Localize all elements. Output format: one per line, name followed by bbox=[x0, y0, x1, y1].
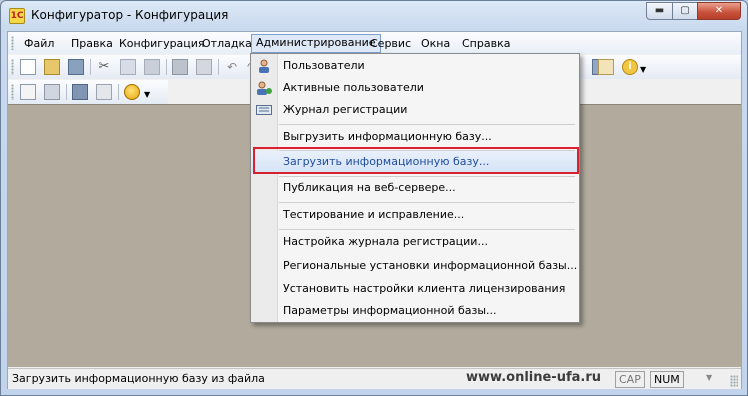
table-icon[interactable] bbox=[96, 84, 112, 100]
new-document-icon[interactable] bbox=[20, 59, 36, 75]
statusbar-dropdown-arrow-icon[interactable]: ▼ bbox=[706, 373, 712, 382]
app-window: 1С Конфигуратор - Конфигурация ▬ ▢ ✕ Фай… bbox=[0, 0, 748, 396]
cut-icon[interactable]: ✂ bbox=[96, 59, 112, 75]
app-1c-icon: 1С bbox=[9, 8, 25, 24]
config-tree-icon[interactable] bbox=[20, 84, 36, 100]
print-preview-icon[interactable] bbox=[196, 59, 212, 75]
menu-item-users[interactable]: Пользователи bbox=[251, 55, 579, 77]
toolbar-separator bbox=[90, 59, 91, 75]
configuration-toolbar: ▼ bbox=[8, 80, 168, 104]
administration-menu: Пользователи Активные пользователи Журна… bbox=[250, 53, 580, 323]
config-compare-icon[interactable] bbox=[44, 84, 60, 100]
paste-icon[interactable] bbox=[144, 59, 160, 75]
menu-item-event-log-settings[interactable]: Настройка журнала регистрации... bbox=[251, 231, 579, 253]
toolbar-separator bbox=[166, 59, 167, 75]
menu-service[interactable]: Сервис bbox=[366, 35, 415, 52]
menu-item-web-publishing[interactable]: Публикация на веб-сервере... bbox=[251, 177, 579, 199]
highlight-annotation-box bbox=[253, 147, 579, 174]
menu-separator bbox=[279, 202, 575, 203]
run-debug-icon[interactable] bbox=[124, 84, 140, 100]
toolbar-separator bbox=[118, 84, 119, 100]
watermark: www.online-ufa.ru bbox=[466, 370, 601, 385]
num-lock-indicator: NUM bbox=[650, 371, 684, 388]
menu-item-test-and-repair[interactable]: Тестирование и исправление... bbox=[251, 204, 579, 226]
notebook-icon[interactable] bbox=[598, 59, 614, 75]
toolbar-dropdown-arrow-icon[interactable]: ▼ bbox=[640, 59, 648, 75]
menu-item-active-users[interactable]: Активные пользователи bbox=[251, 77, 579, 99]
toolbar-dropdown-arrow-icon[interactable]: ▼ bbox=[144, 84, 152, 100]
active-users-icon bbox=[256, 81, 272, 95]
menu-debug[interactable]: Отладка bbox=[198, 35, 256, 52]
menu-separator bbox=[279, 124, 575, 125]
minimize-button[interactable]: ▬ bbox=[646, 2, 673, 20]
menu-item-regional-settings[interactable]: Региональные установки информационной ба… bbox=[251, 255, 579, 277]
user-icon bbox=[256, 59, 272, 73]
toolbar-separator bbox=[218, 59, 219, 75]
save-icon[interactable] bbox=[68, 59, 84, 75]
window-title: Конфигуратор - Конфигурация bbox=[31, 8, 229, 22]
menu-configuration[interactable]: Конфигурация bbox=[115, 35, 209, 52]
info-icon[interactable]: i bbox=[622, 59, 638, 75]
title-bar[interactable]: 1С Конфигуратор - Конфигурация ▬ ▢ ✕ bbox=[1, 1, 747, 31]
undo-icon[interactable]: ↶ bbox=[224, 59, 240, 75]
copy-icon[interactable] bbox=[120, 59, 136, 75]
toolbar-grip[interactable] bbox=[11, 84, 14, 100]
menu-help[interactable]: Справка bbox=[458, 35, 514, 52]
close-button[interactable]: ✕ bbox=[697, 2, 741, 20]
caps-lock-indicator: CAP bbox=[615, 371, 645, 388]
resize-grip[interactable] bbox=[730, 375, 738, 387]
menu-separator bbox=[279, 229, 575, 230]
menu-administration[interactable]: Администрирование bbox=[251, 34, 381, 53]
status-bar: Загрузить информационную базу из файла w… bbox=[8, 368, 741, 389]
menu-item-license-client-settings[interactable]: Установить настройки клиента лицензирова… bbox=[251, 278, 579, 300]
menu-item-export-infobase[interactable]: Выгрузить информационную базу... bbox=[251, 126, 579, 148]
menu-file[interactable]: Файл bbox=[20, 35, 58, 52]
menu-edit[interactable]: Правка bbox=[67, 35, 117, 52]
database-icon[interactable] bbox=[72, 84, 88, 100]
menu-grip[interactable] bbox=[11, 36, 14, 50]
log-icon bbox=[256, 103, 272, 117]
open-folder-icon[interactable] bbox=[44, 59, 60, 75]
menu-windows[interactable]: Окна bbox=[417, 35, 454, 52]
menu-item-infobase-parameters[interactable]: Параметры информационной базы... bbox=[251, 300, 579, 322]
menu-item-event-log[interactable]: Журнал регистрации bbox=[251, 99, 579, 121]
print-icon[interactable] bbox=[172, 59, 188, 75]
status-text: Загрузить информационную базу из файла bbox=[12, 372, 265, 385]
menu-bar: Файл Правка Конфигурация Отладка Админис… bbox=[8, 32, 741, 54]
toolbar-grip[interactable] bbox=[11, 59, 14, 75]
maximize-button[interactable]: ▢ bbox=[672, 2, 698, 20]
toolbar-separator bbox=[66, 84, 67, 100]
